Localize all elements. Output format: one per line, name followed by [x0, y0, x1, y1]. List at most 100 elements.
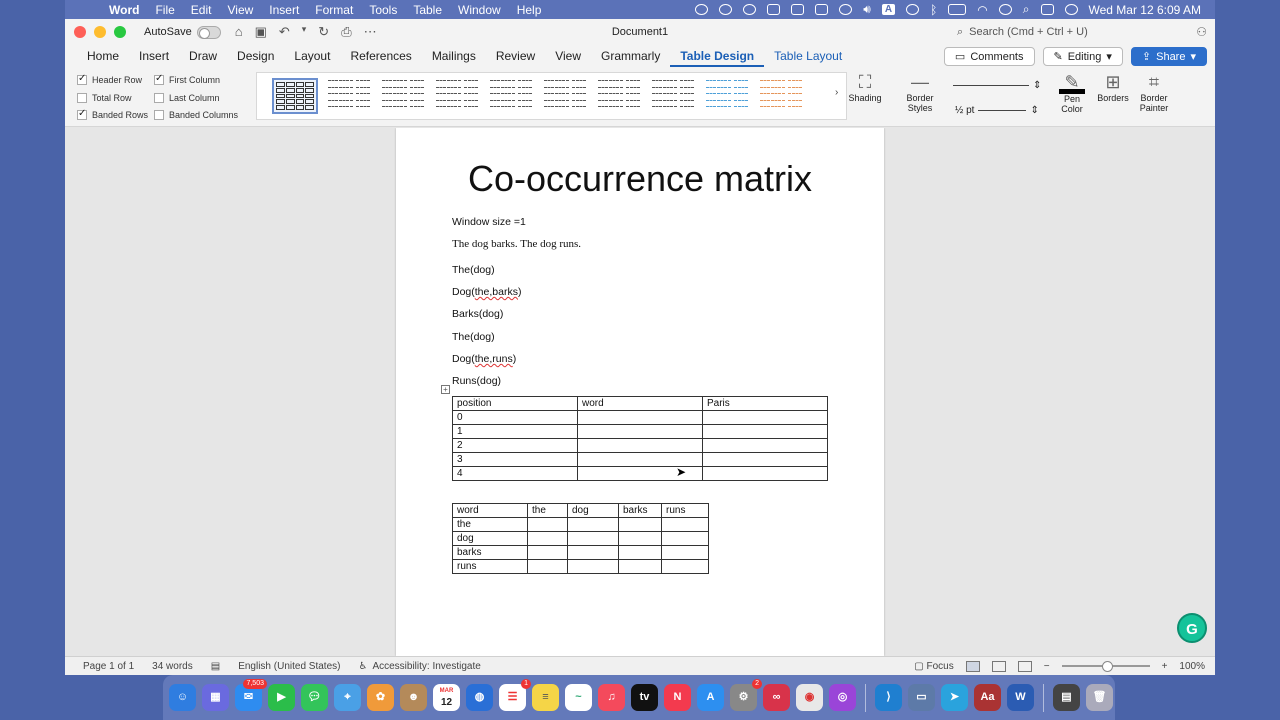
mail-app-icon[interactable]: ✉ 7,503 — [235, 679, 267, 711]
table-style[interactable] — [542, 78, 588, 114]
table-cell[interactable] — [661, 559, 709, 574]
cloud-icon[interactable] — [767, 4, 781, 15]
editing-button[interactable]: ✎ Editing ▾ — [1042, 47, 1123, 66]
position-table[interactable]: position word Paris 0 1 2 3 4 — [452, 396, 828, 481]
menu-help[interactable]: Help — [509, 3, 550, 17]
notes-app-icon[interactable]: ≡ — [532, 684, 559, 711]
border-styles-button[interactable]: — Border Styles — [899, 71, 941, 113]
table-cell[interactable]: barks — [452, 545, 528, 560]
outline-view-icon[interactable] — [1017, 660, 1032, 672]
option-banded-rows[interactable]: Banded Rows — [77, 108, 148, 120]
table-cell[interactable]: dog — [452, 531, 528, 546]
table-cell[interactable] — [577, 438, 703, 453]
tab-mailings[interactable]: Mailings — [422, 45, 486, 67]
table-style[interactable] — [326, 78, 372, 114]
option-total-row[interactable]: Total Row — [77, 93, 132, 103]
menu-clock[interactable]: Wed Mar 12 6:09 AM — [1089, 3, 1202, 17]
creative-cloud-app-icon[interactable]: ∞ — [763, 684, 790, 711]
reminders-app-icon[interactable]: ☰ 1 — [499, 679, 531, 711]
tab-insert[interactable]: Insert — [129, 45, 179, 67]
option-header-row[interactable]: Header Row — [77, 73, 142, 85]
zoom-level[interactable]: 100% — [1179, 661, 1205, 672]
tab-layout[interactable]: Layout — [284, 45, 340, 67]
table-cell[interactable]: 3 — [452, 452, 578, 467]
telegram-app-icon[interactable]: ➤ — [941, 684, 968, 711]
freeform-app-icon[interactable]: ~ — [565, 684, 592, 711]
table-style-orange[interactable] — [758, 78, 804, 114]
tab-home[interactable]: Home — [77, 45, 129, 67]
proofing-icon[interactable]: ▤ — [211, 661, 220, 672]
table-cell[interactable]: runs — [452, 559, 528, 574]
play-icon[interactable] — [906, 4, 920, 15]
contacts-app-icon[interactable]: ☻ — [400, 684, 427, 711]
preview-app-icon[interactable]: ▭ — [908, 684, 935, 711]
shading-button[interactable]: ⛶ Shading — [843, 71, 887, 103]
table-header-cell[interactable]: dog — [567, 503, 619, 518]
context-line-4[interactable]: The(dog) — [452, 331, 495, 343]
table-header-cell[interactable]: barks — [618, 503, 662, 518]
table-cell[interactable]: the — [452, 517, 528, 532]
table-cell[interactable] — [661, 531, 709, 546]
table-cell[interactable] — [702, 410, 828, 425]
tab-review[interactable]: Review — [486, 45, 545, 67]
menu-insert[interactable]: Insert — [261, 3, 307, 17]
document-heading[interactable]: Co-occurrence matrix — [396, 158, 884, 200]
table-style[interactable] — [650, 78, 696, 114]
battery-icon[interactable] — [948, 4, 967, 15]
word-app-icon[interactable]: W — [1007, 684, 1034, 711]
window-size-line[interactable]: Window size =1 — [452, 216, 526, 228]
menu-format[interactable]: Format — [307, 3, 361, 17]
menu-edit[interactable]: Edit — [183, 3, 220, 17]
border-painter-button[interactable]: ⌗ Border Painter — [1133, 71, 1175, 113]
table-cell[interactable]: 0 — [452, 410, 578, 425]
creative-cloud-icon[interactable] — [791, 4, 805, 15]
table-style-grid[interactable] — [272, 78, 318, 114]
tab-grammarly[interactable]: Grammarly — [591, 45, 670, 67]
screen-share-icon[interactable] — [815, 4, 829, 15]
pen-color-button[interactable]: ✎ Pen Color — [1051, 71, 1093, 114]
messages-app-icon[interactable]: 💬︎ — [301, 684, 328, 711]
table-cell[interactable]: 1 — [452, 424, 578, 439]
downloads-stack-icon[interactable]: ▤ — [1053, 684, 1080, 711]
menu-view[interactable]: View — [219, 3, 261, 17]
word-count[interactable]: 34 words — [152, 661, 193, 672]
chrome-app-icon[interactable]: ◉ — [796, 684, 823, 711]
table-cell[interactable]: 4 — [452, 466, 578, 481]
accessibility-status[interactable]: ♿︎ Accessibility: Investigate — [358, 661, 480, 672]
grammarly-status-icon[interactable] — [839, 4, 853, 15]
sentence-line[interactable]: The dog barks. The dog runs. — [452, 238, 581, 250]
web-layout-view-icon[interactable] — [991, 660, 1006, 672]
tab-view[interactable]: View — [545, 45, 591, 67]
table-cell[interactable] — [527, 517, 568, 532]
table-style-blue[interactable] — [704, 78, 750, 114]
vpn-icon[interactable] — [743, 4, 757, 15]
table-cell[interactable] — [661, 545, 709, 560]
account-icon[interactable]: ⚇ — [1196, 25, 1207, 39]
option-first-column[interactable]: First Column — [154, 73, 220, 85]
menu-tools[interactable]: Tools — [361, 3, 405, 17]
document-page[interactable]: Co-occurrence matrix Window size =1 The … — [396, 128, 884, 656]
siri-icon[interactable] — [1064, 4, 1078, 15]
table-cell[interactable] — [527, 545, 568, 560]
table-header-cell[interactable]: position — [452, 396, 578, 411]
bluetooth-icon[interactable]: ᛒ — [930, 3, 937, 17]
table-move-handle-icon[interactable]: + — [441, 385, 450, 394]
dictionary-app-icon[interactable]: Aa — [974, 684, 1001, 711]
context-line-2[interactable]: Dog(the,barks) — [452, 286, 521, 298]
table-cell[interactable] — [577, 410, 703, 425]
news-app-icon[interactable]: N — [664, 684, 691, 711]
save-icon[interactable]: ▣ — [255, 24, 267, 40]
language[interactable]: English (United States) — [238, 661, 340, 672]
borders-button[interactable]: ⊞ Borders — [1093, 71, 1133, 103]
tab-table-layout[interactable]: Table Layout — [764, 45, 852, 67]
record-icon[interactable] — [695, 4, 709, 15]
music-app-icon[interactable]: ♫ — [598, 684, 625, 711]
zoom-in-icon[interactable]: + — [1162, 661, 1168, 672]
input-source-icon[interactable]: A — [881, 4, 896, 15]
gallery-more-icon[interactable]: › — [835, 87, 838, 98]
trash-icon[interactable]: 🗑︎ — [1086, 684, 1113, 711]
zoom-out-icon[interactable]: − — [1044, 661, 1050, 672]
pen-weight-dropdown[interactable]: ½ pt ⇕ — [955, 102, 1050, 118]
spotlight-search-icon[interactable]: ⌕ — [1023, 2, 1030, 17]
print-layout-view-icon[interactable] — [965, 660, 980, 672]
